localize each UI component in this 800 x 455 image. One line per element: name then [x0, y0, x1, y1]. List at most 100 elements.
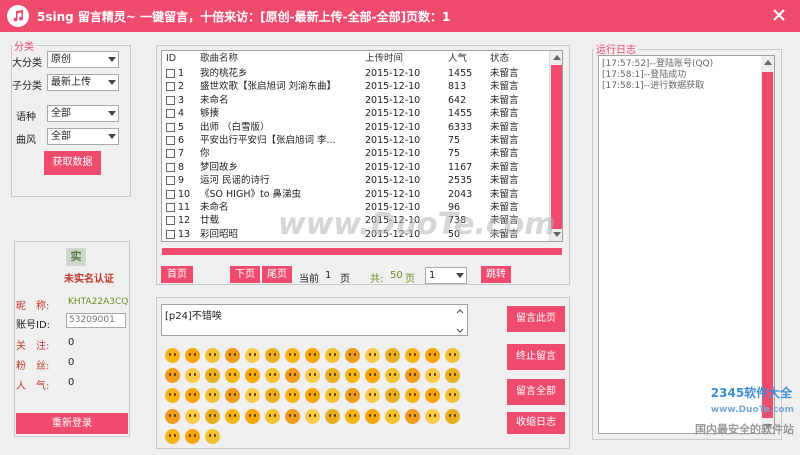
emoji-icon[interactable]	[403, 386, 422, 405]
emoji-icon[interactable]	[423, 366, 442, 385]
emoji-icon[interactable]	[323, 386, 342, 405]
emoji-icon[interactable]	[283, 407, 302, 426]
emoji-icon[interactable]	[263, 366, 282, 385]
scroll-up-icon[interactable]	[764, 60, 772, 65]
emoji-icon[interactable]	[163, 366, 182, 385]
emoji-icon[interactable]	[223, 366, 242, 385]
row-checkbox[interactable]	[166, 136, 175, 145]
sub-category-select[interactable]: 最新上传	[47, 74, 119, 91]
horizontal-scrollbar[interactable]	[162, 248, 562, 255]
emoji-icon[interactable]	[363, 346, 382, 365]
first-page-button[interactable]: 首页	[161, 266, 193, 283]
emoji-icon[interactable]	[443, 366, 462, 385]
emoji-icon[interactable]	[263, 386, 282, 405]
emoji-icon[interactable]	[243, 346, 262, 365]
table-row[interactable]: 6 平安出行平安归【张启旭词 李... 2015-12-10 75 未留言	[162, 134, 550, 147]
emoji-icon[interactable]	[183, 386, 202, 405]
emoji-icon[interactable]	[343, 366, 362, 385]
emoji-icon[interactable]	[223, 346, 242, 365]
table-row[interactable]: 12 廿载 2015-12-10 738 未留言	[162, 214, 550, 227]
emoji-icon[interactable]	[343, 346, 362, 365]
emoji-icon[interactable]	[383, 366, 402, 385]
emoji-icon[interactable]	[183, 407, 202, 426]
log-scrollbar[interactable]	[761, 56, 774, 433]
language-select[interactable]: 全部	[47, 105, 119, 122]
emoji-icon[interactable]	[323, 407, 342, 426]
emoji-icon[interactable]	[343, 386, 362, 405]
last-page-button[interactable]: 尾页	[262, 266, 292, 283]
emoji-icon[interactable]	[283, 346, 302, 365]
emoji-icon[interactable]	[283, 386, 302, 405]
emoji-icon[interactable]	[263, 346, 282, 365]
row-checkbox[interactable]	[166, 229, 175, 239]
row-checkbox[interactable]	[166, 95, 175, 105]
emoji-icon[interactable]	[403, 407, 422, 426]
row-checkbox[interactable]	[166, 69, 175, 78]
comment-input[interactable]: [p24]不错唉	[161, 304, 468, 336]
emoji-icon[interactable]	[163, 386, 182, 405]
emoji-icon[interactable]	[223, 407, 242, 426]
scroll-down-icon[interactable]	[553, 232, 561, 237]
emoji-icon[interactable]	[363, 366, 382, 385]
fetch-data-button[interactable]: 获取数据	[44, 151, 101, 175]
stop-comment-button[interactable]: 终止留言	[507, 344, 565, 370]
emoji-icon[interactable]	[243, 366, 262, 385]
emoji-icon[interactable]	[423, 407, 442, 426]
emoji-icon[interactable]	[283, 366, 302, 385]
emoji-icon[interactable]	[183, 427, 202, 446]
collapse-log-button[interactable]: 收缩日志	[507, 412, 565, 434]
page-select[interactable]: 1	[425, 267, 467, 284]
table-row[interactable]: 1 我的桃花乡 2015-12-10 1455 未留言	[162, 67, 550, 80]
emoji-icon[interactable]	[223, 386, 242, 405]
row-checkbox[interactable]	[166, 82, 175, 92]
comment-page-button[interactable]: 留言此页	[507, 306, 565, 332]
main-category-select[interactable]: 原创	[47, 51, 119, 68]
emoji-icon[interactable]	[203, 346, 222, 365]
col-status-header[interactable]: 状态	[490, 52, 509, 65]
table-row[interactable]: 5 出师 （白雪版） 2015-12-10 6333 未留言	[162, 121, 550, 134]
row-checkbox[interactable]	[166, 109, 175, 119]
row-checkbox[interactable]	[166, 149, 175, 159]
emoji-icon[interactable]	[243, 407, 262, 426]
emoji-icon[interactable]	[203, 407, 222, 426]
emoji-icon[interactable]	[443, 407, 462, 426]
table-row[interactable]: 8 梦回故乡 2015-12-10 1167 未留言	[162, 161, 550, 174]
scroll-thumb[interactable]	[762, 72, 773, 418]
emoji-icon[interactable]	[163, 407, 182, 426]
row-checkbox[interactable]	[166, 189, 175, 199]
emoji-icon[interactable]	[363, 386, 382, 405]
emoji-icon[interactable]	[443, 346, 462, 365]
emoji-icon[interactable]	[403, 346, 422, 365]
emoji-icon[interactable]	[343, 407, 362, 426]
emoji-icon[interactable]	[323, 346, 342, 365]
table-row[interactable]: 3 未命名 2015-12-10 642 未留言	[162, 94, 550, 107]
col-pop-header[interactable]: 人气	[448, 52, 467, 65]
emoji-icon[interactable]	[423, 346, 442, 365]
emoji-icon[interactable]	[163, 346, 182, 365]
table-row[interactable]: 9 运河 民谣的诗行 2015-12-10 2535 未留言	[162, 174, 550, 187]
emoji-icon[interactable]	[243, 386, 262, 405]
table-row[interactable]: 13 彩回昭昭 2015-12-10 50 未留言	[162, 228, 550, 241]
emoji-icon[interactable]	[303, 346, 322, 365]
comment-all-button[interactable]: 留言全部	[507, 379, 565, 405]
row-checkbox[interactable]	[166, 176, 175, 186]
row-checkbox[interactable]	[166, 216, 175, 226]
log-output[interactable]: [17:57:52]--登陆账号(QQ) [17:58:1]--登陆成功 [17:5…	[598, 55, 775, 434]
col-name-header[interactable]: 歌曲名称	[200, 52, 238, 65]
row-checkbox[interactable]	[166, 122, 175, 132]
style-select[interactable]: 全部	[47, 128, 119, 145]
table-row[interactable]: 11 未命名 2015-12-10 96 未留言	[162, 201, 550, 214]
table-row[interactable]: 7 你 2015-12-10 75 未留言	[162, 147, 550, 160]
emoji-icon[interactable]	[203, 366, 222, 385]
scroll-thumb[interactable]	[551, 65, 562, 229]
emoji-icon[interactable]	[203, 386, 222, 405]
table-row[interactable]: 10 《SO HIGH》to 鼻涕虫 2015-12-10 2043 未留言	[162, 188, 550, 201]
emoji-icon[interactable]	[183, 346, 202, 365]
emoji-icon[interactable]	[303, 366, 322, 385]
emoji-icon[interactable]	[303, 386, 322, 405]
col-time-header[interactable]: 上传时间	[365, 52, 403, 65]
scroll-up-icon[interactable]	[553, 55, 561, 60]
row-checkbox[interactable]	[166, 203, 175, 212]
table-row[interactable]: 4 够揍 2015-12-10 1455 未留言	[162, 107, 550, 120]
account-id-field[interactable]: 53209001	[66, 313, 126, 328]
